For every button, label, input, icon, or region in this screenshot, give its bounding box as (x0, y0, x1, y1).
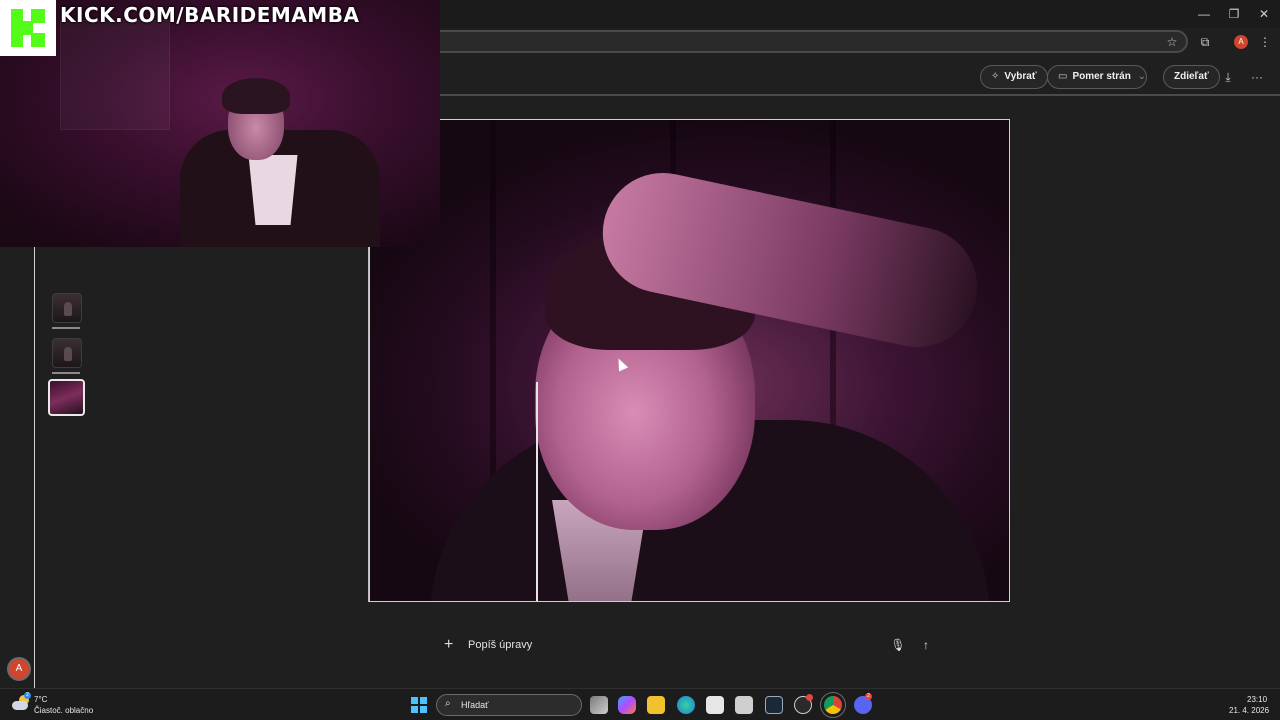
windows-start-icon[interactable] (411, 697, 427, 713)
thumbnail-1[interactable] (52, 293, 82, 323)
aspect-ratio-button[interactable]: ▭ Pomer strán ⌄ (1047, 65, 1147, 89)
chrome-icon[interactable] (820, 692, 846, 718)
extensions-icon[interactable]: ⧉ (1196, 34, 1214, 50)
thumbnail-figure (64, 347, 72, 361)
stream-url: KICK.COM/BARIDEMAMBA (60, 3, 360, 27)
toolbar-divider (440, 94, 1280, 96)
discord-icon[interactable]: 2 (854, 693, 872, 714)
thumbnail-2[interactable] (52, 338, 82, 368)
webcam-background-frame (60, 20, 170, 130)
kick-k-icon (11, 9, 45, 47)
file-explorer-icon[interactable] (647, 696, 665, 714)
screen: — ❐ ✕ ☆ ⧉ A ⋮ ✧ Vybrať ▭ Pomer strán ⌄ Zdi… (0, 0, 1280, 720)
prompt-input[interactable]: Popíš úpravy (468, 639, 532, 651)
main-image[interactable] (369, 119, 1010, 602)
share-button[interactable]: Zdieľať (1163, 65, 1220, 89)
search-label: Hľadať (461, 700, 489, 710)
user-avatar[interactable]: A (7, 657, 31, 681)
thumbnail-divider (52, 372, 80, 374)
profile-avatar[interactable]: A (1234, 35, 1248, 49)
sidebar-divider (34, 246, 35, 688)
edge-browser-icon[interactable] (677, 696, 695, 714)
discord-badge: 2 (865, 693, 872, 700)
select-label: Vybrať (1004, 71, 1037, 82)
chevron-down-icon: ⌄ (1137, 71, 1146, 82)
kick-logo (0, 0, 56, 56)
weather-description[interactable]: Čiastoč. oblačno (34, 706, 93, 715)
game-app-icon[interactable] (794, 694, 813, 714)
taskbar: 2 7°C Čiastoč. oblačno ⌕ Hľadať 2 23:10 … (0, 688, 1280, 720)
weather-temperature[interactable]: 7°C (34, 695, 47, 704)
taskbar-search[interactable]: ⌕ Hľadať (436, 694, 582, 716)
share-label: Zdieľať (1174, 71, 1209, 82)
weather-icon[interactable]: 2 (12, 692, 31, 711)
notification-badge (806, 694, 813, 701)
steam-icon[interactable] (765, 696, 783, 714)
microsoft-store-icon[interactable] (706, 696, 724, 714)
copilot-icon[interactable] (618, 696, 636, 714)
streamer-webcam (0, 0, 440, 247)
earbud-cable (536, 382, 538, 601)
thumbnail-figure (64, 302, 72, 316)
minimize-icon[interactable]: — (1194, 6, 1214, 22)
microphone-icon[interactable]: 🎙 (890, 637, 906, 653)
task-view-icon[interactable] (590, 696, 608, 714)
thumbnail-3-selected[interactable] (48, 379, 85, 416)
select-wand-icon: ✧ (991, 71, 1000, 82)
download-icon[interactable]: ⤓ (1219, 68, 1237, 86)
add-attachment-icon[interactable]: + (444, 636, 460, 654)
clock-date[interactable]: 21. 4. 2026 (1229, 706, 1269, 715)
send-arrow-icon[interactable]: ↑ (918, 637, 934, 653)
search-icon: ⌕ (445, 698, 451, 709)
weather-badge: 2 (24, 692, 31, 699)
bookmark-star-icon[interactable]: ☆ (1163, 34, 1181, 50)
aspect-ratio-icon: ▭ (1058, 71, 1068, 82)
office-icon[interactable] (735, 696, 753, 714)
select-button[interactable]: ✧ Vybrať (980, 65, 1048, 89)
more-options-icon[interactable]: ··· (1248, 68, 1266, 86)
webcam-hair (222, 78, 290, 114)
close-icon[interactable]: ✕ (1254, 6, 1274, 22)
clock-time[interactable]: 23:10 (1247, 695, 1267, 704)
thumbnail-divider (52, 327, 80, 329)
restore-icon[interactable]: ❐ (1224, 6, 1244, 22)
aspect-ratio-label: Pomer strán (1072, 71, 1131, 82)
browser-menu-icon[interactable]: ⋮ (1256, 34, 1274, 50)
